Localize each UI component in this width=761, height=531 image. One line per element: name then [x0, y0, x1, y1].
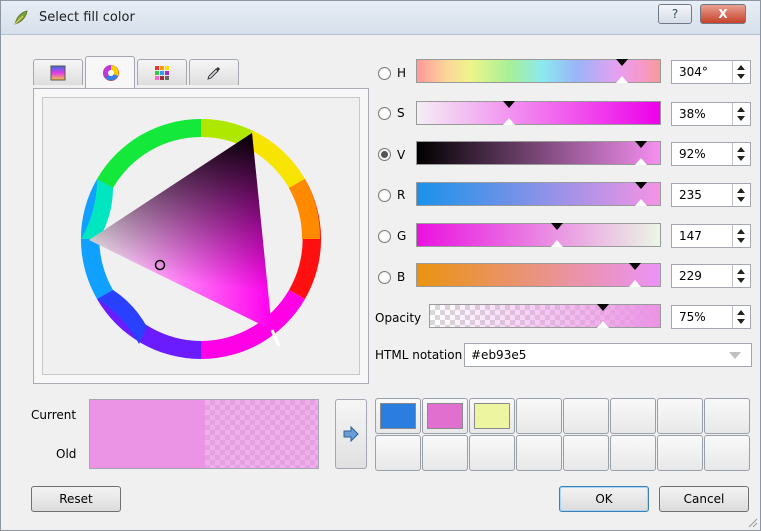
qgis-leaf-icon	[14, 10, 28, 25]
swatch-slot[interactable]	[563, 435, 609, 471]
eyedropper-icon	[207, 67, 220, 80]
color-wheel-tab[interactable]	[85, 56, 135, 88]
color-ramp-icon	[50, 65, 66, 81]
current-color-swatch	[90, 400, 205, 468]
green-slider[interactable]	[416, 223, 661, 247]
swatch-slot[interactable]	[469, 435, 515, 471]
swatch-slot[interactable]	[610, 435, 656, 471]
current-color-alpha-swatch	[205, 400, 318, 468]
channel-b-label: B	[397, 270, 406, 284]
color-wheel-icon	[103, 65, 119, 81]
swatch-slot[interactable]	[563, 398, 609, 434]
help-button[interactable]: ?	[658, 4, 692, 24]
hue-slider[interactable]	[416, 59, 661, 83]
ok-button[interactable]: OK	[559, 486, 649, 512]
swatch-slot[interactable]	[704, 398, 750, 434]
color-wheel-panel	[33, 88, 369, 384]
saturation-value: 38%	[679, 107, 706, 121]
swatch-slot[interactable]	[657, 435, 703, 471]
channel-s-label: S	[397, 106, 405, 120]
blue-value: 229	[679, 269, 702, 283]
swatch-grid-icon	[155, 66, 169, 80]
add-to-swatches-button[interactable]	[335, 399, 367, 469]
hue-value: 304°	[679, 65, 708, 79]
channel-s-radio[interactable]	[378, 107, 391, 120]
channel-g-label: G	[397, 229, 407, 243]
color-wheel[interactable]	[43, 98, 361, 376]
saturation-slider[interactable]	[416, 101, 661, 125]
html-notation-label: HTML notation	[375, 348, 463, 362]
color-picker-tab[interactable]	[189, 59, 239, 85]
hue-spin-buttons[interactable]	[732, 61, 750, 83]
color-ramp-tab[interactable]	[33, 59, 83, 85]
color-swatch-grid	[375, 398, 750, 474]
green-spinbox[interactable]: 147	[671, 224, 751, 248]
channel-h-label: H	[397, 66, 407, 80]
swatch-slot[interactable]	[422, 398, 468, 434]
swatch-slot[interactable]	[422, 435, 468, 471]
blue-slider-marker[interactable]	[629, 263, 641, 270]
opacity-spinbox[interactable]: 75%	[671, 305, 751, 329]
arrow-right-icon	[343, 425, 359, 443]
resize-grip-icon[interactable]	[746, 516, 758, 528]
value-slider-marker[interactable]	[635, 141, 647, 148]
html-notation-value: #eb93e5	[471, 348, 527, 362]
channel-r-label: R	[397, 188, 406, 202]
swatch-slot[interactable]	[375, 435, 421, 471]
opacity-label: Opacity	[375, 311, 422, 325]
blue-spinbox[interactable]: 229	[671, 264, 751, 288]
red-slider[interactable]	[416, 182, 661, 206]
window-title: Select fill color	[39, 10, 135, 25]
channel-v-radio[interactable]	[378, 148, 391, 161]
reset-button[interactable]: Reset	[31, 486, 121, 512]
swatch-slot[interactable]	[516, 398, 562, 434]
swatch-slot[interactable]	[469, 398, 515, 434]
green-slider-marker[interactable]	[551, 223, 563, 230]
color-preview	[89, 399, 319, 469]
blue-slider[interactable]	[416, 263, 661, 287]
saturation-spinbox[interactable]: 38%	[671, 102, 751, 126]
hue-slider-marker[interactable]	[616, 59, 628, 66]
html-notation-combobox[interactable]: #eb93e5	[464, 343, 752, 367]
channel-v-label: V	[397, 148, 406, 162]
close-button[interactable]: X	[700, 4, 746, 24]
cancel-button[interactable]: Cancel	[659, 486, 749, 512]
title-bar: Select fill color ? X	[1, 1, 760, 35]
red-value: 235	[679, 188, 702, 202]
dropdown-arrow-icon[interactable]	[729, 352, 741, 359]
swatch-slot[interactable]	[704, 435, 750, 471]
saturation-slider-marker[interactable]	[503, 101, 515, 108]
channel-h-radio[interactable]	[378, 67, 391, 80]
swatch-slot[interactable]	[375, 398, 421, 434]
opacity-slider[interactable]	[429, 304, 661, 328]
color-wheel-area	[42, 97, 360, 375]
red-spinbox[interactable]: 235	[671, 183, 751, 207]
value-spinbox[interactable]: 92%	[671, 142, 751, 166]
swatch-slot[interactable]	[657, 398, 703, 434]
swatch-slot[interactable]	[516, 435, 562, 471]
channel-g-radio[interactable]	[378, 230, 391, 243]
channel-r-radio[interactable]	[378, 189, 391, 202]
green-value: 147	[679, 229, 702, 243]
channel-b-radio[interactable]	[378, 271, 391, 284]
red-slider-marker[interactable]	[635, 182, 647, 189]
swatch-slot[interactable]	[610, 398, 656, 434]
old-color-label: Old	[56, 447, 77, 461]
hue-spinbox[interactable]: 304°	[671, 60, 751, 84]
opacity-slider-marker[interactable]	[597, 304, 609, 311]
current-color-label: Current	[31, 408, 77, 422]
select-fill-color-dialog: Select fill color ? X H 304° S 38% V 92%…	[0, 0, 761, 531]
opacity-value: 75%	[679, 310, 706, 324]
value-value: 92%	[679, 147, 706, 161]
value-slider[interactable]	[416, 141, 661, 165]
color-swatches-tab[interactable]	[137, 59, 187, 85]
